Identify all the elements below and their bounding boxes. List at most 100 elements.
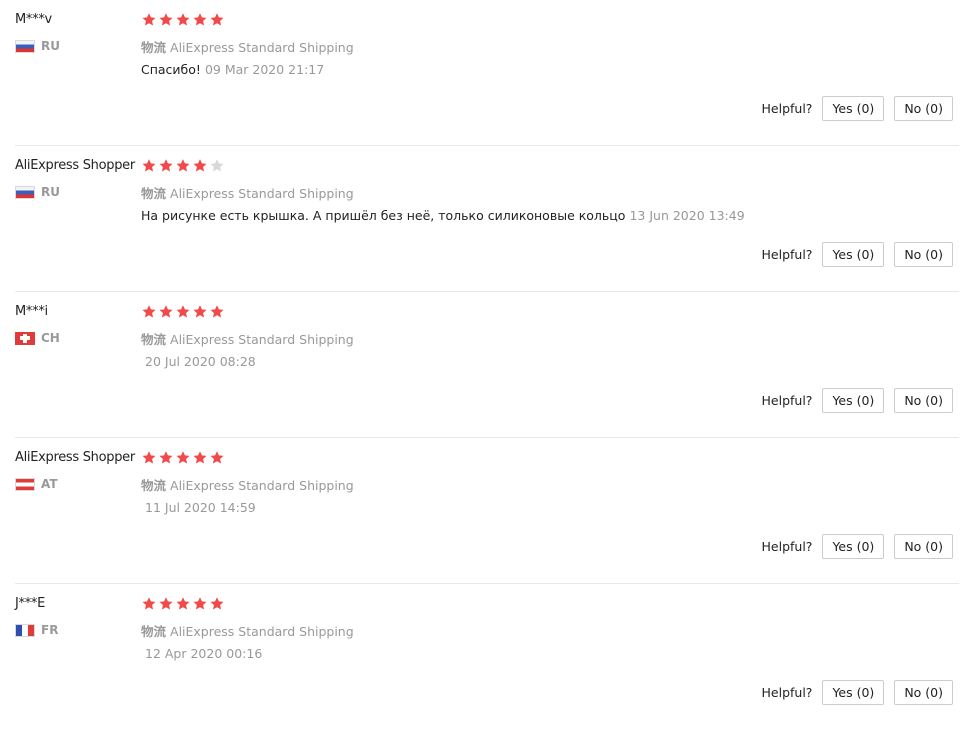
star-filled-icon: [158, 12, 174, 28]
country-code: FR: [41, 623, 59, 637]
switzerland-flag-icon: [15, 331, 35, 345]
review-content: На рисунке есть крышка. А пришёл без неё…: [141, 208, 745, 223]
star-filled-icon: [141, 158, 157, 174]
helpful-yes-button[interactable]: Yes (0): [822, 242, 885, 267]
review-date: 09 Mar 2020 21:17: [204, 62, 325, 77]
review-date: 12 Apr 2020 00:16: [145, 646, 263, 661]
helpful-no-button[interactable]: No (0): [894, 388, 953, 413]
shipping-info: 物流 AliExpress Standard Shipping: [141, 621, 354, 640]
helpful-label: Helpful?: [761, 101, 813, 116]
review-item: AliExpress Shopper RU 物流 AliExpress Stand…: [15, 146, 959, 292]
shipping-info: 物流 AliExpress Standard Shipping: [141, 475, 354, 494]
review-item: M***v RU 物流 AliExpress Standard Shipping …: [15, 0, 959, 146]
user-name: AliExpress Shopper: [15, 158, 135, 173]
user-country: RU: [15, 184, 60, 200]
helpful-label: Helpful?: [761, 685, 813, 700]
shipping-method: AliExpress Standard Shipping: [170, 624, 354, 639]
helpful-no-button[interactable]: No (0): [894, 680, 953, 705]
user-country: FR: [15, 622, 58, 638]
star-filled-icon: [175, 304, 191, 320]
shipping-info: 物流 AliExpress Standard Shipping: [141, 37, 354, 56]
star-filled-icon: [209, 12, 225, 28]
helpful-label: Helpful?: [761, 539, 813, 554]
review-date: 11 Jul 2020 14:59: [145, 500, 256, 515]
review-date: 13 Jun 2020 13:49: [629, 208, 745, 223]
helpful-controls: Helpful? Yes (0) No (0): [762, 388, 953, 413]
shipping-method: AliExpress Standard Shipping: [170, 478, 354, 493]
user-name: M***v: [15, 12, 52, 27]
helpful-label: Helpful?: [761, 393, 813, 408]
star-filled-icon: [141, 450, 157, 466]
russia-flag-icon: [15, 185, 35, 199]
star-rating: [141, 12, 225, 28]
star-rating: [141, 158, 225, 174]
shipping-label: 物流: [141, 624, 167, 639]
shipping-label: 物流: [141, 478, 167, 493]
star-filled-icon: [175, 450, 191, 466]
helpful-controls: Helpful? Yes (0) No (0): [762, 680, 953, 705]
helpful-yes-button[interactable]: Yes (0): [822, 534, 885, 559]
shipping-label: 物流: [141, 332, 167, 347]
review-date: 20 Jul 2020 08:28: [145, 354, 256, 369]
helpful-yes-button[interactable]: Yes (0): [822, 96, 885, 121]
helpful-yes-button[interactable]: Yes (0): [822, 388, 885, 413]
user-country: RU: [15, 38, 60, 54]
country-code: RU: [41, 39, 60, 53]
shipping-method: AliExpress Standard Shipping: [170, 186, 354, 201]
star-filled-icon: [209, 450, 225, 466]
star-filled-icon: [175, 596, 191, 612]
star-filled-icon: [141, 596, 157, 612]
star-rating: [141, 596, 225, 612]
star-rating: [141, 450, 225, 466]
helpful-controls: Helpful? Yes (0) No (0): [762, 96, 953, 121]
country-code: RU: [41, 185, 60, 199]
helpful-controls: Helpful? Yes (0) No (0): [762, 242, 953, 267]
star-filled-icon: [209, 596, 225, 612]
review-item: J***E FR 物流 AliExpress Standard Shipping …: [15, 584, 959, 730]
shipping-info: 物流 AliExpress Standard Shipping: [141, 183, 354, 202]
review-item: AliExpress Shopper AT 物流 AliExpress Stand…: [15, 438, 959, 584]
star-filled-icon: [209, 304, 225, 320]
star-rating: [141, 304, 225, 320]
user-name: M***i: [15, 304, 48, 319]
star-filled-icon: [175, 12, 191, 28]
star-filled-icon: [192, 304, 208, 320]
helpful-no-button[interactable]: No (0): [894, 242, 953, 267]
helpful-controls: Helpful? Yes (0) No (0): [762, 534, 953, 559]
france-flag-icon: [15, 623, 35, 637]
helpful-no-button[interactable]: No (0): [894, 96, 953, 121]
user-country: AT: [15, 476, 58, 492]
user-country: CH: [15, 330, 60, 346]
shipping-info: 物流 AliExpress Standard Shipping: [141, 329, 354, 348]
star-filled-icon: [158, 596, 174, 612]
review-item: M***i CH 物流 AliExpress Standard Shipping …: [15, 292, 959, 438]
country-code: AT: [41, 477, 58, 491]
star-filled-icon: [158, 304, 174, 320]
star-filled-icon: [192, 450, 208, 466]
review-content: 11 Jul 2020 14:59: [141, 500, 256, 515]
review-text: На рисунке есть крышка. А пришёл без неё…: [141, 208, 626, 223]
shipping-label: 物流: [141, 186, 167, 201]
user-name: J***E: [15, 596, 46, 611]
star-filled-icon: [158, 450, 174, 466]
austria-flag-icon: [15, 477, 35, 491]
feedback-list: M***v RU 物流 AliExpress Standard Shipping …: [0, 0, 972, 730]
star-filled-icon: [192, 12, 208, 28]
star-filled-icon: [158, 158, 174, 174]
shipping-method: AliExpress Standard Shipping: [170, 332, 354, 347]
star-filled-icon: [141, 304, 157, 320]
helpful-no-button[interactable]: No (0): [894, 534, 953, 559]
star-empty-icon: [209, 158, 225, 174]
helpful-yes-button[interactable]: Yes (0): [822, 680, 885, 705]
review-content: 12 Apr 2020 00:16: [141, 646, 262, 661]
helpful-label: Helpful?: [761, 247, 813, 262]
country-code: CH: [41, 331, 60, 345]
review-text: Спасибо!: [141, 62, 201, 77]
star-filled-icon: [192, 158, 208, 174]
review-content: Спасибо! 09 Mar 2020 21:17: [141, 62, 324, 77]
review-content: 20 Jul 2020 08:28: [141, 354, 256, 369]
russia-flag-icon: [15, 39, 35, 53]
user-name: AliExpress Shopper: [15, 450, 135, 465]
star-filled-icon: [192, 596, 208, 612]
star-filled-icon: [175, 158, 191, 174]
